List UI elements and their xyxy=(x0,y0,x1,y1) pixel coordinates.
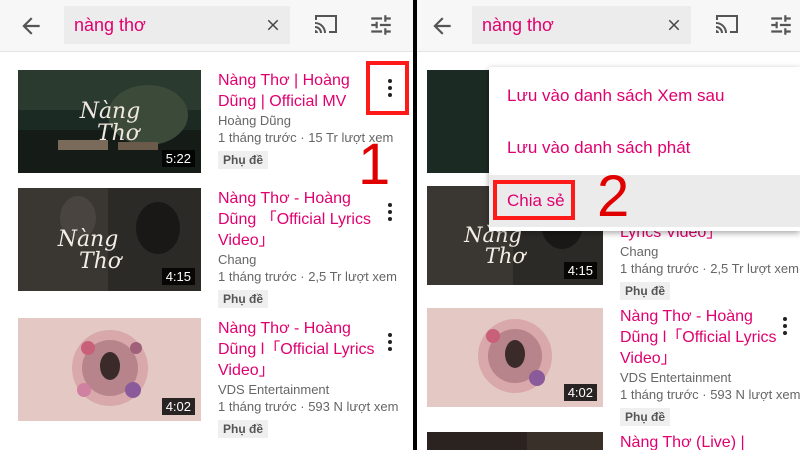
subtitle-badge: Phụ đề xyxy=(620,408,671,426)
cast-icon[interactable] xyxy=(713,12,741,36)
step-2-highlight xyxy=(493,180,575,220)
thumbnail-image xyxy=(427,432,603,450)
subtitle-badge: Phụ đề xyxy=(620,282,671,300)
video-title[interactable]: Nàng Thơ - Hoàng Dũng l「Official Lyrics … xyxy=(620,306,780,369)
duration-badge: 5:22 xyxy=(161,150,195,167)
duration-badge: 4:15 xyxy=(563,262,597,279)
filter-settings-icon[interactable] xyxy=(768,12,794,38)
video-thumbnail[interactable]: 4:02 xyxy=(18,318,201,421)
video-info: Nàng Thơ - Hoàng Dũng l「Official Lyrics … xyxy=(620,306,800,426)
search-query: nàng thơ xyxy=(74,15,146,35)
video-meta: 1 tháng trước · 2,5 Tr lượt xem xyxy=(620,261,799,276)
video-list-item[interactable]: Nàng Thơ 5:22 Nàng Thơ | Hoàng Dũng | Of… xyxy=(0,70,413,190)
video-info: Nàng Thơ | Hoàng Dũng | Official MV Hoàn… xyxy=(218,70,394,169)
svg-text:Thơ: Thơ xyxy=(97,121,142,146)
svg-text:Thơ: Thơ xyxy=(79,249,124,274)
step-2-label: 2 xyxy=(597,164,630,229)
search-toolbar: nàng thơ xyxy=(0,0,413,52)
video-list-item[interactable]: Nàng Thơ 4:15 Nàng Thơ - Hoàng Dũng 「Off… xyxy=(0,188,413,308)
video-info: Nàng Thơ - Hoàng Dũng 「Official Lyrics V… xyxy=(218,188,397,308)
search-query: nàng thơ xyxy=(482,15,554,35)
duration-badge: 4:02 xyxy=(563,384,597,401)
menu-item-add-to-playlist[interactable]: Lưu vào danh sách phát xyxy=(489,122,800,174)
video-meta: 1 tháng trước · 593 N lượt xem xyxy=(218,399,399,414)
channel-name[interactable]: VDS Entertainment xyxy=(218,381,378,398)
step-1-highlight xyxy=(366,61,409,115)
filter-settings-icon[interactable] xyxy=(368,12,394,38)
video-title[interactable]: Nàng Thơ (Live) | xyxy=(620,432,745,450)
video-meta: 1 tháng trước · 593 N lượt xem xyxy=(620,387,800,402)
video-info: Nàng Thơ - Hoàng Dũng l「Official Lyrics … xyxy=(218,318,399,438)
video-title[interactable]: Nàng Thơ - Hoàng Dũng l「Official Lyrics … xyxy=(218,318,378,381)
left-screen: nàng thơ Nàng Thơ 5:22 Nàng Thơ | Hoàng … xyxy=(0,0,413,450)
cast-icon[interactable] xyxy=(312,12,340,36)
svg-text:Thơ: Thơ xyxy=(485,244,528,268)
video-thumbnail[interactable]: Nàng Thơ 5:22 xyxy=(18,70,201,173)
more-options-icon[interactable] xyxy=(384,332,396,352)
subtitle-badge: Phụ đề xyxy=(218,290,269,308)
menu-item-watch-later[interactable]: Lưu vào danh sách Xem sau xyxy=(489,70,800,122)
channel-name[interactable]: Chang xyxy=(620,243,790,260)
duration-badge: 4:15 xyxy=(161,268,195,285)
back-arrow-icon[interactable] xyxy=(429,13,455,39)
video-meta: 1 tháng trước · 2,5 Tr lượt xem xyxy=(218,269,397,284)
more-options-icon[interactable] xyxy=(384,202,396,222)
video-thumbnail[interactable]: Nàng Thơ 4:15 xyxy=(18,188,201,291)
back-arrow-icon[interactable] xyxy=(18,13,44,39)
video-list-item[interactable]: 4:02 Nàng Thơ - Hoàng Dũng l「Official Ly… xyxy=(0,318,413,438)
video-meta: 1 tháng trước · 15 Tr lượt xem xyxy=(218,130,394,145)
right-screen: nàng thơ Nàng Thơ 4:15 Lyrics Video」 Cha… xyxy=(417,0,800,450)
channel-name[interactable]: VDS Entertainment xyxy=(620,369,780,386)
video-thumbnail[interactable] xyxy=(427,432,603,450)
channel-name[interactable]: Chang xyxy=(218,251,378,268)
video-title[interactable]: Nàng Thơ - Hoàng Dũng 「Official Lyrics V… xyxy=(218,188,378,251)
more-options-icon[interactable] xyxy=(779,316,791,336)
step-1-label: 1 xyxy=(358,132,391,197)
video-thumbnail[interactable]: 4:02 xyxy=(427,308,603,407)
channel-name[interactable]: Hoàng Dũng xyxy=(218,112,378,129)
video-info: Lyrics Video」 Chang 1 tháng trước · 2,5 … xyxy=(620,222,799,300)
subtitle-badge: Phụ đề xyxy=(218,420,269,438)
close-icon[interactable] xyxy=(665,16,683,34)
subtitle-badge: Phụ đề xyxy=(218,151,269,169)
close-icon[interactable] xyxy=(264,16,282,34)
video-title[interactable]: Nàng Thơ | Hoàng Dũng | Official MV xyxy=(218,70,378,112)
search-input[interactable]: nàng thơ xyxy=(472,6,691,44)
search-input[interactable]: nàng thơ xyxy=(64,6,290,44)
duration-badge: 4:02 xyxy=(161,398,195,415)
search-toolbar: nàng thơ xyxy=(417,0,800,52)
